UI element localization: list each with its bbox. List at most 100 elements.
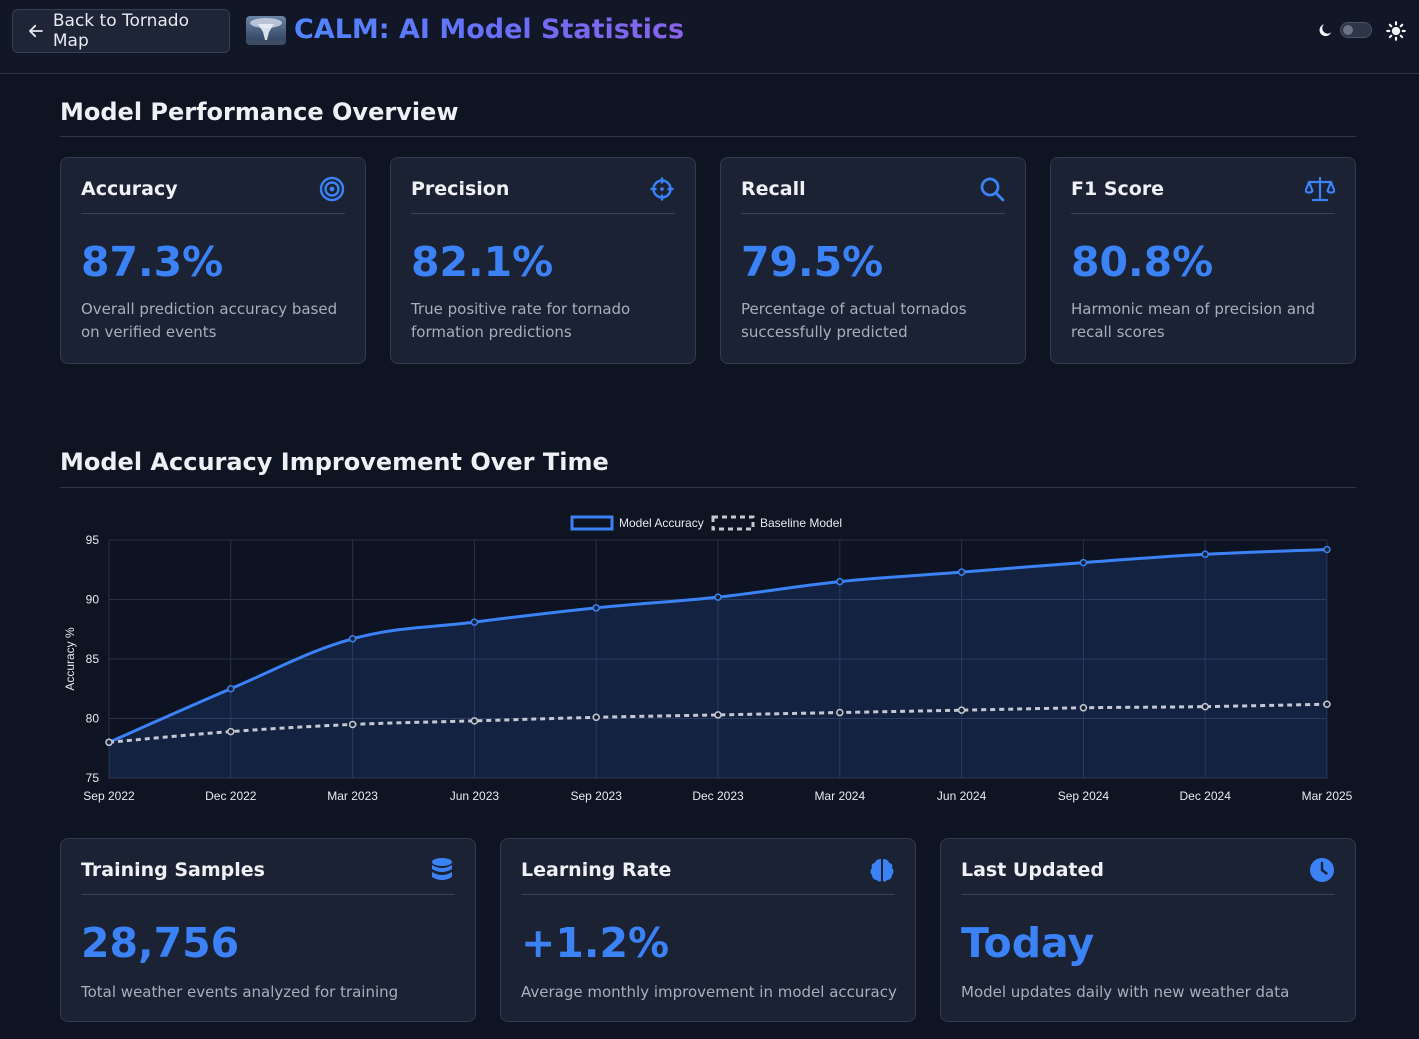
data-point [1079,704,1088,712]
x-tick-label: Dec 2024 [1180,789,1232,803]
f1-score-value: 80.8% [1071,238,1214,286]
card-title: Learning Rate [521,859,672,881]
card-header: Accuracy [81,176,345,214]
theme-toggle[interactable] [1340,22,1372,38]
y-axis-label: Accuracy % [63,627,77,691]
learning-rate-card: Learning Rate +1.2% Average monthly impr… [500,838,916,1022]
accuracy-line-chart: 75 80 85 90 95 Sep 2022 Dec 2022 Mar 2023 Jun 20… [63,515,1353,803]
card-header: F1 Score [1071,176,1335,214]
card-description: Total weather events analyzed for traini… [81,983,399,1001]
card-title: Training Samples [81,859,265,881]
data-point [1079,558,1088,567]
legend-swatch [711,515,755,531]
card-description: Average monthly improvement in model acc… [521,983,897,1001]
crosshair-icon [650,177,674,201]
y-tick-label: 80 [86,712,100,726]
x-tick-label: Dec 2023 [692,789,744,803]
y-tick-label: 90 [86,593,100,607]
last-updated-value: Today [961,919,1095,967]
moon-icon [1319,24,1332,37]
card-description: True positive rate for tornado formation… [411,300,631,341]
data-point [348,720,357,729]
overview-divider [60,136,1356,137]
f1-score-card: F1 Score 80.8% Harmonic mean of precisio… [1050,157,1356,364]
data-point [836,708,844,717]
accuracy-chart: 75 80 85 90 95 Sep 2022 Dec 2022 Mar 2023 Jun 20… [60,506,1360,810]
toggle-knob [1343,25,1353,35]
x-tick-label: Dec 2022 [205,789,257,803]
recall-value: 79.5% [741,238,884,286]
legend-label: Baseline Model [760,516,842,530]
y-tick-label: 75 [86,771,100,785]
learning-rate-value: +1.2% [521,919,670,967]
data-point [957,568,966,576]
card-description: Overall prediction accuracy based on ver… [81,300,338,341]
data-point [227,685,235,693]
card-header: Learning Rate [521,857,895,895]
precision-value: 82.1% [411,238,554,286]
top-bar: Back to Tornado Map CALM: AI Model Stati… [0,0,1419,74]
last-updated-card: Last Updated Today Model updates daily w… [940,838,1356,1022]
balance-scale-icon [1305,176,1335,202]
data-point [470,717,479,725]
training-samples-value: 28,756 [81,919,240,967]
data-point [592,713,600,722]
precision-card: Precision 82.1% True positive rate for t… [390,157,696,364]
data-point [592,604,600,612]
data-point [348,635,357,643]
x-tick-label: Jun 2024 [937,789,987,803]
tornado-logo [246,16,286,45]
x-tick-label: Sep 2024 [1058,789,1110,803]
clock-icon [1310,858,1334,882]
x-tick-label: Jun 2023 [450,789,500,803]
training-samples-card: Training Samples 28,756 Total weather ev… [60,838,476,1022]
database-icon [432,858,452,880]
data-point [1201,702,1209,711]
card-header: Last Updated [961,857,1335,895]
data-point [714,593,722,601]
card-description: Harmonic mean of precision and recall sc… [1071,300,1316,341]
legend-label: Model Accuracy [619,516,704,530]
data-point [105,738,113,747]
legend-swatch [570,515,614,531]
x-tick-label: Mar 2023 [327,789,378,803]
back-to-map-button[interactable]: Back to Tornado Map [12,9,230,53]
card-title: Recall [741,178,806,200]
arrow-left-icon [29,24,43,38]
card-header: Precision [411,176,675,214]
card-title: Precision [411,178,510,200]
x-tick-label: Mar 2024 [814,789,865,803]
overview-heading: Model Performance Overview [60,98,459,126]
x-tick-label: Sep 2023 [571,789,623,803]
data-point [714,711,722,719]
accuracy-card: Accuracy 87.3% Overall prediction accura… [60,157,366,364]
data-point [1201,550,1209,559]
card-title: Last Updated [961,859,1104,881]
sun-icon [1386,21,1406,41]
data-point [957,706,966,714]
target-icon [319,176,345,202]
brain-icon [870,859,894,882]
search-icon [980,177,1005,202]
page-title: CALM: AI Model Statistics [294,14,685,45]
improvement-heading: Model Accuracy Improvement Over Time [60,448,609,476]
x-tick-label: Sep 2022 [83,789,135,803]
recall-card: Recall 79.5% Percentage of actual tornad… [720,157,1026,364]
data-point [1323,700,1331,708]
data-point [836,577,844,586]
accuracy-value: 87.3% [81,238,224,286]
card-title: F1 Score [1071,178,1165,200]
data-point [1323,545,1331,554]
data-point [227,727,235,736]
card-description: Model updates daily with new weather dat… [961,983,1290,1001]
card-header: Training Samples [81,857,455,895]
card-header: Recall [741,176,1005,214]
card-title: Accuracy [81,178,178,200]
y-tick-label: 85 [86,652,100,666]
back-button-label: Back to Tornado Map [52,11,189,51]
data-point [470,618,479,626]
x-tick-label: Mar 2025 [1302,789,1353,803]
improvement-divider [60,487,1356,488]
card-description: Percentage of actual tornados successful… [741,300,967,341]
y-tick-label: 95 [86,533,100,547]
